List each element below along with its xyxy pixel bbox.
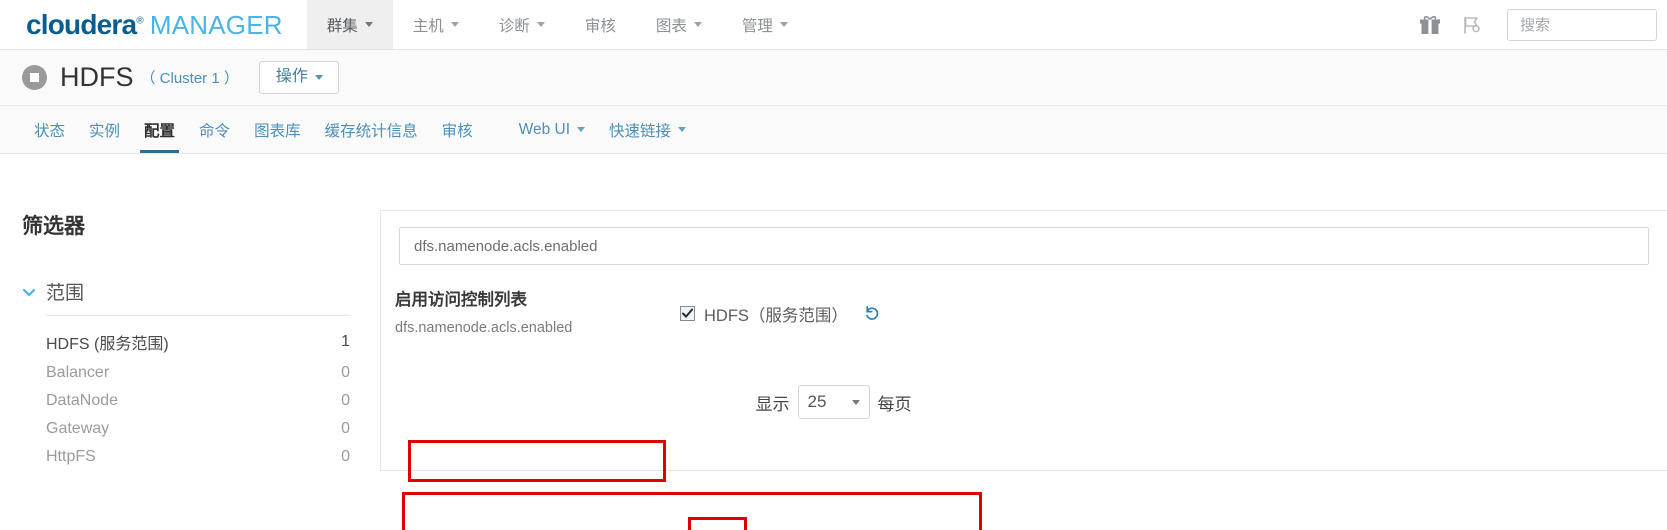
nav-item-audits[interactable]: 审核: [565, 0, 636, 49]
tab-instances[interactable]: 实例: [77, 106, 132, 153]
nav-item-hosts[interactable]: 主机: [393, 0, 479, 49]
pagination-prefix-label: 显示: [755, 394, 790, 414]
content-columns: 筛选器 范围 HDFS (服务范围) 1 Balancer 0 DataNode: [0, 154, 1667, 471]
configuration-page-body: 切换至 筛选器 范围 HDFS (服务范围) 1 Balancer 0: [0, 154, 1667, 530]
top-navigation-bar: cloudera® MANAGER 群集 主机 诊断 审核 图表 管理 搜索: [0, 0, 1667, 50]
config-property-key: dfs.namenode.acls.enabled: [395, 319, 573, 336]
pagination-controls: 显示 25 每页: [0, 385, 1667, 419]
filter-item-count: 0: [341, 420, 350, 437]
filter-item-gateway[interactable]: Gateway 0: [46, 415, 350, 443]
global-search-input[interactable]: 搜索: [1507, 8, 1657, 41]
tab-label: 实例: [89, 122, 121, 140]
nav-item-label: 管理: [741, 17, 773, 35]
config-search-value: dfs.namenode.acls.enabled: [414, 237, 598, 255]
top-bar-actions: 搜索: [1419, 0, 1667, 49]
nav-item-charts[interactable]: 图表: [636, 0, 722, 49]
cloudera-manager-logo[interactable]: cloudera® MANAGER: [0, 0, 307, 50]
tab-cache-statistics[interactable]: 缓存统计信息: [313, 106, 430, 153]
nav-item-administration[interactable]: 管理: [722, 0, 808, 49]
filter-item-balancer[interactable]: Balancer 0: [46, 359, 350, 387]
gift-icon[interactable]: [1419, 14, 1441, 36]
chevron-down-icon: [851, 399, 860, 405]
tab-label: Web UI: [518, 120, 571, 138]
tab-commands[interactable]: 命令: [187, 106, 242, 153]
tab-audits[interactable]: 审核: [430, 106, 485, 153]
brand-manager-text: MANAGER: [149, 10, 283, 40]
tab-label: 图表库: [254, 122, 301, 140]
filters-heading: 筛选器: [22, 215, 85, 238]
annotation-box-config-row: [402, 492, 982, 530]
configuration-results-panel: dfs.namenode.acls.enabled 启用访问控制列表 dfs.n…: [380, 210, 1667, 471]
tab-label: 快速链接: [609, 122, 672, 140]
filter-item-hdfs-service-wide[interactable]: HDFS (服务范围) 1: [46, 325, 350, 359]
nav-item-label: 主机: [412, 17, 444, 35]
cluster-name-link[interactable]: （ Cluster 1 ）: [141, 67, 239, 88]
page-size-select[interactable]: 25: [797, 385, 870, 419]
tab-configuration[interactable]: 配置: [132, 106, 187, 153]
undo-reset-icon[interactable]: [864, 305, 881, 322]
filter-group-scope-header[interactable]: 范围: [22, 278, 350, 305]
config-property-value: HDFS（服务范围）: [680, 291, 881, 336]
chevron-down-icon: [779, 22, 788, 27]
nav-item-label: 审核: [584, 17, 616, 35]
chevron-down-icon: [577, 127, 586, 132]
config-scope-label: HDFS（服务范围）: [704, 306, 848, 325]
config-property-display-name: 启用访问控制列表: [395, 291, 527, 309]
tab-label: 命令: [199, 122, 231, 140]
tab-label: 配置: [144, 122, 176, 140]
tab-quick-links[interactable]: 快速链接: [597, 106, 698, 153]
filter-item-httpfs[interactable]: HttpFS 0: [46, 443, 350, 471]
actions-button-label: 操作: [275, 68, 308, 85]
tab-status[interactable]: 状态: [22, 106, 77, 153]
filter-item-count: 0: [341, 364, 350, 381]
config-property-info: 启用访问控制列表 dfs.namenode.acls.enabled: [395, 291, 680, 336]
tab-web-ui[interactable]: Web UI: [507, 106, 597, 153]
service-header: HDFS （ Cluster 1 ） 操作: [0, 50, 1667, 106]
chevron-down-icon: [364, 22, 373, 27]
global-search-placeholder: 搜索: [1520, 17, 1551, 34]
pagination-suffix-label: 每页: [877, 394, 912, 414]
nav-item-label: 群集: [326, 17, 358, 35]
primary-nav: 群集 主机 诊断 审核 图表 管理: [306, 0, 808, 49]
tab-label: 缓存统计信息: [324, 122, 418, 140]
filter-item-label: HttpFS: [46, 448, 96, 465]
filter-item-label: Balancer: [46, 364, 110, 381]
chevron-down-icon: [693, 22, 702, 27]
filter-item-label: Gateway: [46, 420, 110, 437]
config-search-input[interactable]: dfs.namenode.acls.enabled: [399, 227, 1649, 265]
registered-mark: ®: [136, 15, 143, 27]
checkmark-icon: [682, 308, 693, 318]
chevron-down-icon: [22, 288, 36, 296]
tab-label: 审核: [441, 122, 473, 140]
config-property-row: 启用访问控制列表 dfs.namenode.acls.enabled HDFS（…: [381, 265, 1667, 366]
nav-item-clusters[interactable]: 群集: [306, 0, 393, 49]
nav-item-diagnostics[interactable]: 诊断: [479, 0, 565, 49]
chevron-down-icon: [450, 22, 459, 27]
chevron-down-icon: [314, 74, 323, 80]
alert-flag-icon[interactable]: [1461, 14, 1483, 36]
filter-item-label: HDFS (服务范围): [46, 336, 169, 353]
filters-sidebar: 筛选器 范围 HDFS (服务范围) 1 Balancer 0 DataNode: [0, 210, 380, 471]
tab-label: 状态: [34, 122, 66, 140]
filter-item-count: 0: [341, 448, 350, 465]
nav-item-label: 图表: [655, 17, 687, 35]
chevron-down-icon: [536, 22, 545, 27]
page-title: HDFS: [60, 62, 134, 92]
filter-group-label: 范围: [46, 283, 85, 304]
page-size-value: 25: [807, 392, 827, 411]
nav-item-label: 诊断: [498, 17, 530, 35]
chevron-down-icon: [678, 127, 687, 132]
tab-charts-library[interactable]: 图表库: [242, 106, 313, 153]
enable-acls-checkbox[interactable]: [680, 306, 695, 322]
brand-cloudera-text: cloudera®: [26, 9, 144, 40]
config-search-row: dfs.namenode.acls.enabled: [381, 211, 1667, 265]
actions-button[interactable]: 操作: [258, 61, 339, 94]
filter-item-count: 1: [341, 333, 350, 350]
service-tab-bar: 状态 实例 配置 命令 图表库 缓存统计信息 审核 Web UI 快速链接: [0, 106, 1667, 154]
annotation-box-checkbox: [688, 517, 747, 530]
stopped-square-icon: [22, 65, 47, 90]
